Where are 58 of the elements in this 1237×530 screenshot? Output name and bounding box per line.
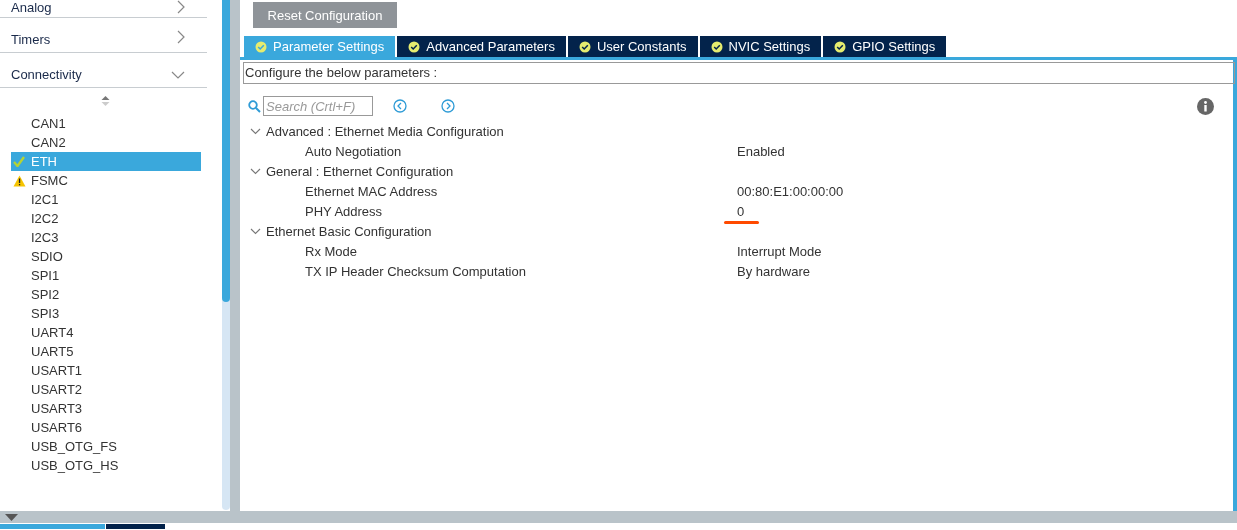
search-icon[interactable] xyxy=(248,99,261,113)
parameter-value[interactable]: By hardware xyxy=(737,263,810,279)
category-item[interactable]: Analog xyxy=(0,0,207,18)
peripheral-item[interactable]: USART3 xyxy=(11,399,201,418)
check-circle-icon xyxy=(255,40,267,53)
peripheral-item[interactable]: FSMC xyxy=(11,171,201,190)
peripheral-item[interactable]: SDIO xyxy=(11,247,201,266)
tab[interactable]: NVIC Settings xyxy=(699,36,822,57)
peripheral-item[interactable]: SPI1 xyxy=(11,266,201,285)
check-circle-icon xyxy=(834,40,847,53)
tab[interactable]: GPIO Settings xyxy=(823,36,947,57)
peripheral-item[interactable]: CAN1 xyxy=(11,114,201,133)
peripheral-item[interactable]: USART2 xyxy=(11,380,201,399)
scrollbar[interactable] xyxy=(222,0,230,510)
tab[interactable]: User Constants xyxy=(567,36,698,57)
peripheral-item[interactable]: USART1 xyxy=(11,361,201,380)
scrollbar-thumb[interactable] xyxy=(222,0,230,302)
peripheral-item[interactable]: UART5 xyxy=(11,342,201,361)
next-icon[interactable] xyxy=(441,99,455,113)
chevron-down-icon[interactable] xyxy=(250,127,261,135)
parameter-label[interactable]: Auto Negotiation xyxy=(305,143,737,159)
parameter-label[interactable]: Rx Mode xyxy=(305,243,737,259)
peripheral-item[interactable]: UART4 xyxy=(11,323,201,342)
scroll-arrows-icon[interactable] xyxy=(100,95,110,107)
parameter-label[interactable]: TX IP Header Checksum Computation xyxy=(305,263,737,279)
down-arrow-icon[interactable] xyxy=(5,513,18,521)
check-circle-icon xyxy=(578,40,591,53)
category-item[interactable]: Connectivity xyxy=(0,53,207,88)
warning-icon xyxy=(13,174,26,187)
description-text: Configure the below parameters : xyxy=(243,62,1235,84)
chevron-down-icon[interactable] xyxy=(250,167,261,175)
group-label[interactable]: General : Ethernet Configuration xyxy=(266,163,454,179)
peripheral-item[interactable]: USART6 xyxy=(11,418,201,437)
tab[interactable]: Advanced Parameters xyxy=(397,36,566,57)
peripheral-item[interactable]: SPI3 xyxy=(11,304,201,323)
parameter-label[interactable]: PHY Address xyxy=(305,203,737,219)
peripheral-item[interactable]: SPI2 xyxy=(11,285,201,304)
parameter-value[interactable]: 0 xyxy=(737,203,745,219)
parameter-value[interactable]: Interrupt Mode xyxy=(737,243,822,259)
peripheral-item[interactable]: I2C3 xyxy=(11,228,201,247)
parameter-value[interactable]: 00:80:E1:00:00:00 xyxy=(737,183,844,199)
group-label[interactable]: Advanced : Ethernet Media Configuration xyxy=(266,123,504,139)
search-field[interactable]: Search (Crtl+F) xyxy=(263,96,373,116)
parameter-value[interactable]: Enabled xyxy=(737,143,785,159)
peripheral-item[interactable]: USB_OTG_HS xyxy=(11,456,201,475)
group-label[interactable]: Ethernet Basic Configuration xyxy=(266,223,432,239)
check-circle-icon xyxy=(408,40,421,53)
check-icon xyxy=(13,156,25,167)
parameter-label[interactable]: Ethernet MAC Address xyxy=(305,183,737,199)
previous-icon[interactable] xyxy=(393,99,407,113)
peripheral-item[interactable]: CAN2 xyxy=(11,133,201,152)
category-item[interactable]: Timers xyxy=(0,18,207,53)
peripheral-item[interactable]: USB_OTG_FS xyxy=(11,437,201,456)
peripheral-item[interactable]: I2C1 xyxy=(11,190,201,209)
check-circle-icon xyxy=(710,40,723,53)
peripheral-item[interactable]: I2C2 xyxy=(11,209,201,228)
info-icon[interactable] xyxy=(1197,97,1214,115)
chevron-down-icon[interactable] xyxy=(250,227,261,235)
